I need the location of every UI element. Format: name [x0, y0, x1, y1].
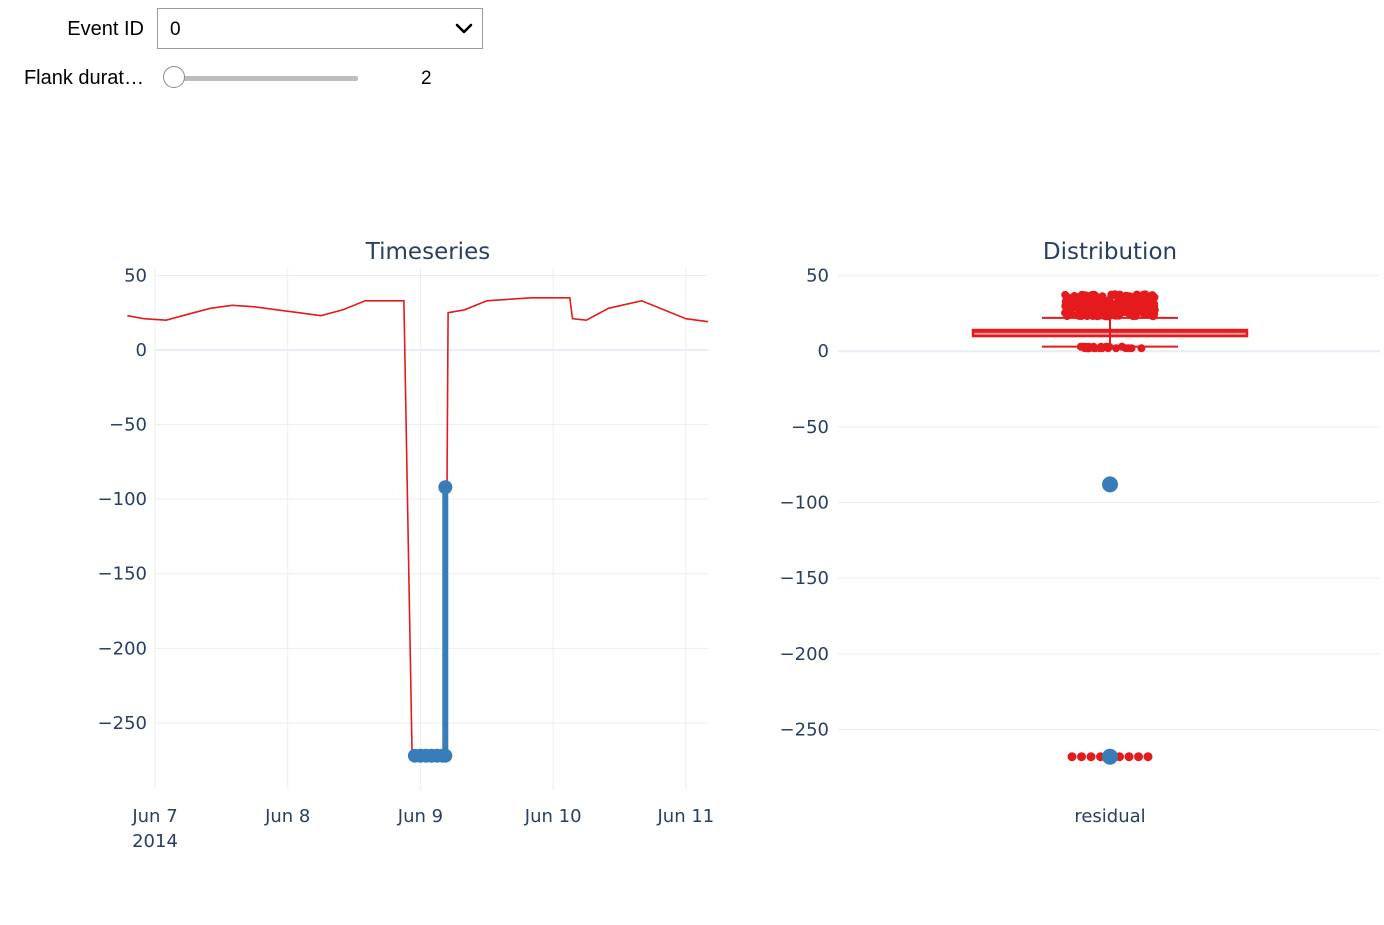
outlier-point-extreme [1067, 752, 1077, 762]
timeseries-blue-point [438, 748, 453, 763]
y-tick-label: −50 [791, 417, 829, 438]
timeseries-title: Timeseries [365, 239, 490, 265]
outlier-point-extreme [1077, 752, 1086, 762]
y-tick-label: −200 [780, 644, 829, 665]
highlight-point [1102, 748, 1118, 765]
outlier-point-high [1071, 298, 1080, 307]
x-tick-label: Jun 7 [131, 806, 177, 827]
y-tick-label: −200 [98, 638, 147, 659]
timeseries-blue-line [414, 487, 449, 759]
outlier-point-low [1095, 344, 1104, 353]
x-tick-sublabel: 2014 [132, 831, 178, 852]
outlier-point-low [1118, 342, 1126, 351]
outlier-point-high [1144, 305, 1152, 314]
outlier-point-high [1087, 299, 1096, 308]
y-tick-label: 0 [818, 341, 829, 362]
outlier-point-high [1128, 294, 1137, 302]
y-tick-label: −250 [780, 719, 829, 740]
y-tick-label: −100 [780, 493, 829, 514]
outlier-point-low [1084, 344, 1093, 353]
outlier-point-extreme [1134, 752, 1143, 762]
outlier-point-extreme [1124, 752, 1134, 762]
highlight-point [1102, 476, 1118, 493]
y-tick-label: −150 [780, 568, 829, 589]
y-tick-label: 0 [136, 340, 147, 361]
x-tick-label: Jun 9 [397, 806, 443, 827]
outlier-point-extreme [1143, 752, 1153, 762]
distribution-plot[interactable]: 50 0 −50 −100 −150 −200 −250 residual [780, 266, 1380, 827]
y-tick-label: 50 [124, 265, 147, 286]
y-tick-label: −50 [109, 415, 147, 436]
x-tick-label: Jun 8 [264, 806, 310, 827]
outlier-point-high [1134, 299, 1143, 308]
outlier-point-extreme [1086, 752, 1096, 762]
y-tick-label: −250 [98, 713, 147, 734]
x-tick-label: Jun 10 [524, 806, 582, 827]
outlier-point-high [1079, 295, 1088, 304]
charts-area: Timeseries 50 0 −50 −100 −150 −200 −250 Jun 7 20… [98, 239, 1380, 852]
timeseries-red-line [127, 296, 709, 757]
x-category-label: residual [1074, 806, 1145, 827]
outlier-point-high [1150, 305, 1159, 314]
timeseries-plot[interactable]: 50 0 −50 −100 −150 −200 −250 Jun 7 2014 Jun 8 Jun … [98, 265, 715, 852]
outlier-point-high [1120, 292, 1129, 301]
y-tick-label: 50 [806, 266, 829, 287]
outlier-point-high [1063, 312, 1072, 321]
outlier-point-low [1105, 342, 1114, 351]
outlier-point-high [1141, 290, 1150, 299]
y-tick-label: −100 [98, 489, 147, 510]
timeseries-blue-point [438, 480, 453, 495]
outlier-point-low [1137, 344, 1146, 353]
outlier-point-high [1061, 290, 1070, 299]
distribution-title: Distribution [1043, 239, 1177, 265]
y-tick-label: −150 [98, 564, 147, 585]
x-tick-label: Jun 11 [656, 806, 714, 827]
outlier-point-high [1124, 304, 1133, 313]
outlier-point-high [1149, 293, 1158, 302]
outlier-point-high [1111, 311, 1120, 320]
